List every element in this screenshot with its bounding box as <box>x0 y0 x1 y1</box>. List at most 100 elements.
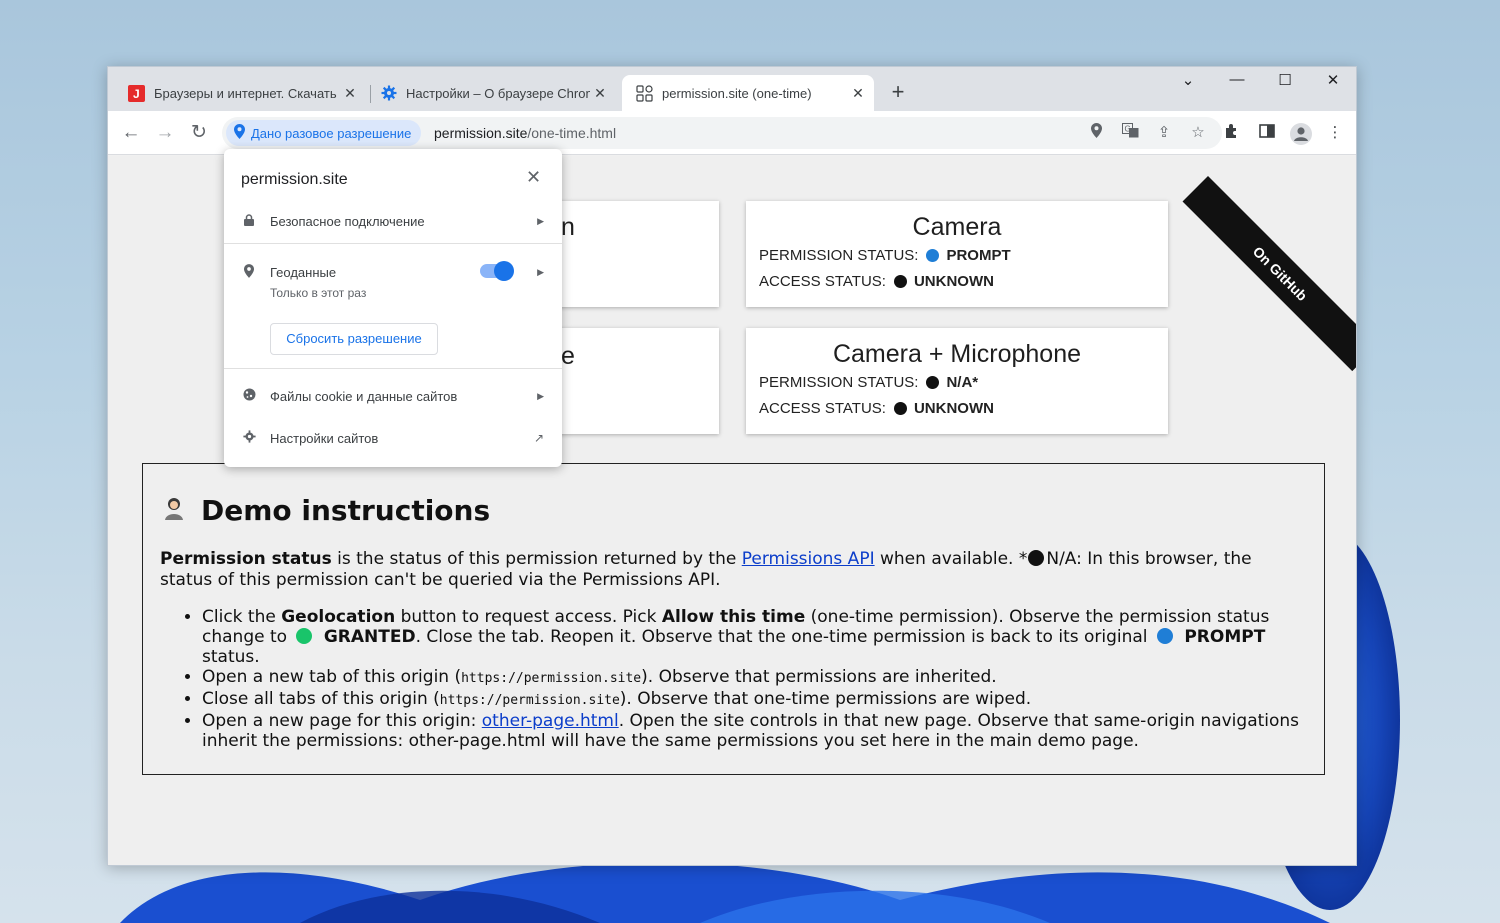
popup-site-name: permission.site <box>241 171 348 188</box>
permission-chip-label: Дано разовое разрешение <box>251 125 412 141</box>
list-item: Click the Geolocation button to request … <box>202 607 1312 667</box>
item-text: . Close the tab. Reopen it. Observe that… <box>415 627 1153 647</box>
access-status-label: ACCESS STATUS: <box>759 272 886 290</box>
permission-status-value: N/A* <box>946 373 979 391</box>
status-dot-icon <box>926 248 940 262</box>
item-text: ). Observe that one-time permissions are… <box>619 689 1032 709</box>
url-host: permission.site <box>434 125 528 141</box>
cookies-label: Файлы cookie и данные сайтов <box>270 388 458 404</box>
demo-heading: Demo instructions <box>163 494 490 527</box>
access-status-value: UNKNOWN <box>913 272 994 290</box>
intro-text: when available. * <box>874 549 1028 569</box>
granted-dot-icon <box>296 628 313 644</box>
cookie-icon <box>242 388 256 404</box>
tab-browsers[interactable]: J Браузеры и интернет. Скачать б ✕ <box>114 75 366 111</box>
url-path: /one-time.html <box>527 125 617 141</box>
person-emoji-icon <box>163 496 185 526</box>
reset-permission-button[interactable]: Сбросить разрешение <box>270 323 438 355</box>
translate-icon[interactable]: G <box>1120 123 1140 143</box>
geolocation-toggle[interactable] <box>480 261 514 281</box>
site-info-popup: permission.site ✕ Безопасное подключение… <box>224 149 562 467</box>
minimize-button[interactable]: — <box>1214 71 1260 93</box>
geolocation-label: Геоданные <box>270 264 337 280</box>
item-bold: PROMPT <box>1184 627 1266 647</box>
close-tab-icon[interactable]: ✕ <box>848 85 868 102</box>
permissions-api-link[interactable]: Permissions API <box>742 549 875 569</box>
other-page-link[interactable]: other-page.html <box>482 711 619 731</box>
demo-title: Demo instructions <box>201 494 491 527</box>
item-code: https://permission.site <box>461 671 642 686</box>
profile-avatar-icon[interactable] <box>1290 123 1312 145</box>
card-title: Camera <box>912 213 1002 241</box>
toggle-knob <box>494 261 514 281</box>
item-text: Open a new tab of this origin ( <box>202 667 462 687</box>
github-ribbon[interactable]: On GitHub <box>1182 176 1356 372</box>
tab-settings[interactable]: Настройки – О браузере Chrom ✕ <box>366 75 616 111</box>
close-tab-icon[interactable]: ✕ <box>590 85 610 102</box>
permission-status-row: PERMISSION STATUS: N/A* <box>759 369 1168 395</box>
maximize-button[interactable]: ☐ <box>1262 71 1308 93</box>
item-bold: Allow this time <box>661 607 806 627</box>
svg-text:J: J <box>133 87 140 101</box>
location-pin-icon <box>234 124 245 142</box>
card-title-fragment: n <box>561 213 575 241</box>
share-icon[interactable]: ⇪ <box>1154 123 1174 143</box>
forward-button[interactable]: → <box>153 121 177 145</box>
gear-icon <box>242 430 256 446</box>
item-text: Close all tabs of this origin ( <box>202 689 440 709</box>
omnibox[interactable]: Дано разовое разрешение permission.site/… <box>222 117 1222 149</box>
side-panel-icon[interactable] <box>1257 123 1277 143</box>
permission-status-value: PROMPT <box>946 246 1011 264</box>
lock-icon <box>242 213 256 229</box>
url-text[interactable]: permission.site/one-time.html <box>434 125 616 141</box>
camera-card[interactable]: Camera PERMISSION STATUS: PROMPT ACCESS … <box>746 201 1168 307</box>
prompt-dot-icon <box>1156 628 1173 644</box>
item-code: https://permission.site <box>439 693 620 708</box>
status-dot-icon <box>893 274 907 288</box>
item-bold: Geolocation <box>281 607 396 627</box>
geolocation-sublabel: Только в этот раз <box>270 286 367 300</box>
tab-permission-site[interactable]: permission.site (one-time) ✕ <box>622 75 874 111</box>
permission-chip[interactable]: Дано разовое разрешение <box>226 120 422 146</box>
status-dot-icon <box>926 375 940 389</box>
site-settings-label: Настройки сайтов <box>270 430 379 446</box>
close-icon[interactable]: ✕ <box>526 167 541 188</box>
item-bold: GRANTED <box>323 627 416 647</box>
list-item: Open a new tab of this origin (https://p… <box>202 667 1312 689</box>
new-tab-button[interactable]: + <box>886 79 910 105</box>
permission-status-row: PERMISSION STATUS: PROMPT <box>759 242 1168 268</box>
secure-connection-row[interactable]: Безопасное подключение ▶ <box>242 211 544 231</box>
extensions-icon[interactable] <box>1222 123 1242 143</box>
chevron-right-icon[interactable]: ▶ <box>537 267 544 278</box>
secure-connection-label: Безопасное подключение <box>270 213 425 229</box>
item-text: Open a new page for this origin: <box>202 711 482 731</box>
close-tab-icon[interactable]: ✕ <box>340 85 360 102</box>
chevron-right-icon: ▶ <box>537 390 544 401</box>
access-status-label: ACCESS STATUS: <box>759 399 886 417</box>
tab-search-icon[interactable]: ⌄ <box>1165 71 1211 93</box>
site-settings-row[interactable]: Настройки сайтов ↗ <box>242 428 544 448</box>
gear-icon <box>380 85 397 102</box>
close-window-button[interactable]: ✕ <box>1310 71 1356 93</box>
instruction-list: Click the Geolocation button to request … <box>202 607 1312 751</box>
permission-status-label: PERMISSION STATUS: <box>759 246 919 264</box>
menu-kebab-icon[interactable]: ⋮ <box>1325 123 1345 143</box>
cookies-row[interactable]: Файлы cookie и данные сайтов ▶ <box>242 386 544 406</box>
list-item: Open a new page for this origin: other-p… <box>202 711 1312 751</box>
reload-button[interactable]: ↻ <box>187 121 211 145</box>
demo-intro: Permission status is the status of this … <box>160 549 1300 591</box>
status-dot-icon <box>893 401 907 415</box>
access-status-row: ACCESS STATUS: UNKNOWN <box>759 268 1168 294</box>
location-pin-icon <box>242 263 256 281</box>
tab-title: permission.site (one-time) <box>662 85 812 101</box>
item-text: Click the <box>202 607 282 627</box>
back-button[interactable]: ← <box>119 121 143 145</box>
tab-strip: J Браузеры и интернет. Скачать б ✕ Настр… <box>108 67 1356 111</box>
camera-microphone-card[interactable]: Camera + Microphone PERMISSION STATUS: N… <box>746 328 1168 434</box>
intro-bold: Permission status <box>160 549 332 569</box>
access-status-value: UNKNOWN <box>913 399 994 417</box>
bookmark-star-icon[interactable]: ☆ <box>1188 123 1208 143</box>
chevron-right-icon: ▶ <box>537 215 544 226</box>
location-icon[interactable] <box>1086 123 1106 143</box>
card-title: Camera + Microphone <box>832 340 1082 368</box>
